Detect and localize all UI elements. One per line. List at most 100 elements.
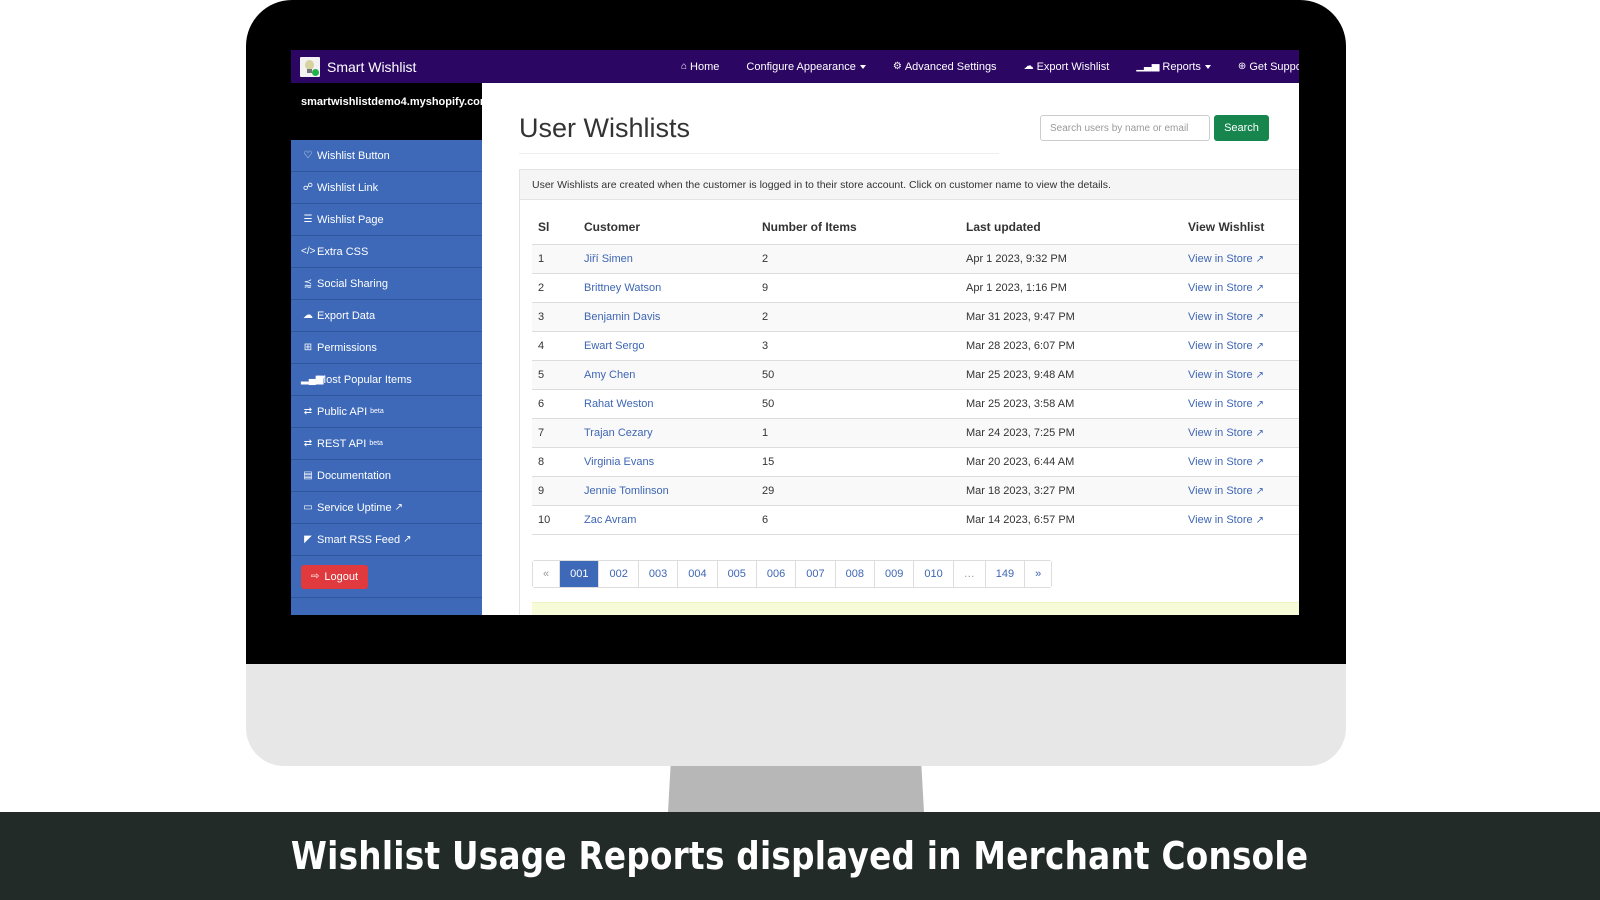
brand-name: Smart Wishlist (327, 58, 417, 75)
view-in-store-link[interactable]: View in Store ↗ (1188, 340, 1264, 352)
cell-customer: Jiří Simen (578, 244, 756, 274)
cloud-download-icon: ☁ (303, 310, 313, 321)
nav-item-label: Get Support (1249, 60, 1299, 73)
info-note: User Wishlists are created when the cust… (520, 170, 1299, 200)
sidebar-item-rest-api[interactable]: ⇄ REST API beta (291, 428, 482, 460)
pagination-page[interactable]: 001 (560, 561, 600, 587)
life-ring-icon: ⊕ (1237, 61, 1247, 72)
customer-link[interactable]: Trajan Cezary (584, 427, 653, 439)
cell-sl: 7 (532, 418, 578, 448)
cloud-download-icon: ☁ (1023, 61, 1034, 72)
cell-last-updated: Mar 25 2023, 3:58 AM (960, 389, 1182, 419)
cell-view-wishlist: View in Store ↗ (1182, 389, 1299, 419)
cell-last-updated: Mar 31 2023, 9:47 PM (960, 302, 1182, 332)
code-icon: </> (301, 246, 316, 257)
logout-row: ⇨ Logout (291, 556, 482, 598)
view-in-store-link[interactable]: View in Store ↗ (1188, 253, 1264, 265)
caret-down-icon (1204, 64, 1211, 69)
search-button[interactable]: Search (1214, 115, 1269, 141)
sidebar-item-service-uptime[interactable]: ▭ Service Uptime ↗ (291, 492, 482, 524)
pagination-page[interactable]: 007 (796, 561, 836, 587)
nav-item-advanced-settings[interactable]: ⚙ Advanced Settings (893, 61, 997, 73)
pagination-page[interactable]: 004 (678, 561, 718, 587)
pagination-page[interactable]: 009 (875, 561, 915, 587)
view-in-store-link[interactable]: View in Store ↗ (1188, 456, 1264, 468)
pagination-prev[interactable]: « (533, 561, 561, 587)
cell-number-of-items: 2 (756, 302, 960, 332)
sidebar-item-label: Documentation (317, 469, 391, 482)
sidebar-item-permissions[interactable]: ⊞ Permissions (291, 332, 482, 364)
brand-logo-icon (300, 56, 320, 77)
cell-view-wishlist: View in Store ↗ (1182, 505, 1299, 535)
brand[interactable]: Smart Wishlist (300, 56, 417, 77)
customer-link[interactable]: Rahat Weston (584, 398, 654, 410)
view-in-store-link[interactable]: View in Store ↗ (1188, 514, 1264, 526)
pagination-page[interactable]: 002 (599, 561, 639, 587)
table-row: 4 Ewart Sergo 3 Mar 28 2023, 6:07 PM View in… (532, 331, 1299, 361)
pagination-page[interactable]: 008 (835, 561, 875, 587)
share-icon: ⪷ (303, 278, 313, 289)
nav-item-get-support[interactable]: ⊕Get Support (1238, 61, 1299, 73)
customer-link[interactable]: Virginia Evans (584, 456, 654, 468)
sidebar-item-public-api[interactable]: ⇄ Public API beta (291, 396, 482, 428)
logout-button[interactable]: ⇨ Logout (301, 564, 369, 589)
nav-item-label: Configure Appearance (746, 60, 856, 73)
customer-link[interactable]: Ewart Sergo (584, 340, 645, 352)
view-in-store-link[interactable]: View in Store ↗ (1188, 398, 1264, 410)
nav-item-label: Advanced Settings (904, 60, 997, 73)
cell-last-updated: Apr 1 2023, 1:16 PM (960, 273, 1182, 303)
customer-link[interactable]: Jiří Simen (584, 253, 633, 265)
nav-item-home[interactable]: ⌂ Home (681, 61, 719, 73)
nav-item-configure-appearance[interactable]: Configure Appearance (746, 60, 866, 73)
cell-sl: 2 (532, 273, 578, 303)
nav-item-export-wishlist[interactable]: ☁ Export Wishlist (1024, 61, 1110, 73)
external-link-icon: ↗ (1255, 253, 1264, 265)
sidebar-item-social-sharing[interactable]: ⪷ Social Sharing (291, 268, 482, 300)
table-row: 1 Jiří Simen 2 Apr 1 2023, 9:32 PM View in S… (532, 244, 1299, 274)
sidebar-item-wishlist-link[interactable]: ☍ Wishlist Link (291, 172, 482, 204)
pagination-page[interactable]: 003 (638, 561, 679, 587)
view-in-store-link[interactable]: View in Store ↗ (1188, 311, 1264, 323)
pagination-next[interactable]: » (1025, 561, 1052, 587)
signal-icon: ▂▄▆ (301, 374, 324, 385)
view-in-store-link[interactable]: View in Store ↗ (1188, 485, 1264, 497)
sidebar-item-label: Social Sharing (317, 277, 388, 290)
cell-number-of-items: 3 (756, 331, 960, 361)
cell-customer: Virginia Evans (578, 447, 756, 477)
search-input[interactable] (1040, 115, 1210, 141)
sidebar-item-export-data[interactable]: ☁ Export Data (291, 300, 482, 332)
customer-link[interactable]: Brittney Watson (584, 282, 661, 294)
pagination-page[interactable]: 005 (717, 561, 757, 587)
sidebar-item-most-popular-items[interactable]: ▂▄▆ Most Popular Items (291, 364, 482, 396)
cell-view-wishlist: View in Store ↗ (1182, 244, 1299, 274)
sidebar-item-documentation[interactable]: ▤ Documentation (291, 460, 482, 492)
rss-icon: ◤ (304, 534, 312, 545)
plus-square-icon: ⊞ (303, 342, 313, 353)
view-in-store-link[interactable]: View in Store ↗ (1188, 427, 1264, 439)
sidebar-item-wishlist-button[interactable]: ♡ Wishlist Button (291, 140, 482, 172)
external-link-icon: ↗ (1255, 311, 1264, 323)
customer-link[interactable]: Amy Chen (584, 369, 635, 381)
pagination-page[interactable]: 010 (914, 561, 954, 587)
cell-sl: 4 (532, 331, 578, 361)
table-row: 9 Jennie Tomlinson 29 Mar 18 2023, 3:27 PM V… (532, 476, 1299, 506)
view-in-store-link[interactable]: View in Store ↗ (1188, 282, 1264, 294)
view-in-store-link[interactable]: View in Store ↗ (1188, 369, 1264, 381)
wishlist-table: Sl Customer Number of Items Last updated… (532, 210, 1299, 535)
customer-link[interactable]: Jennie Tomlinson (584, 485, 669, 497)
header-view-wishlist: View Wishlist (1182, 210, 1299, 245)
pagination: «001 002 003 004 005 006 007 008 009 010… 149» (532, 560, 1053, 588)
view-in-store-label: View in Store (1188, 513, 1253, 526)
cell-sl: 3 (532, 302, 578, 332)
view-in-store-label: View in Store (1188, 455, 1253, 468)
customer-link[interactable]: Zac Avram (584, 514, 636, 526)
cell-customer: Jennie Tomlinson (578, 476, 756, 506)
sign-out-icon: ⇨ (311, 571, 320, 582)
nav-item-reports[interactable]: ▁▃▅ Reports (1136, 61, 1211, 73)
sidebar-item-extra-css[interactable]: </> Extra CSS (291, 236, 482, 268)
sidebar-item-smart-rss-feed[interactable]: ◤ Smart RSS Feed ↗ (291, 524, 482, 556)
customer-link[interactable]: Benjamin Davis (584, 311, 660, 323)
sidebar-item-wishlist-page[interactable]: ☰ Wishlist Page (291, 204, 482, 236)
pagination-page[interactable]: 149 (985, 561, 1026, 587)
pagination-page[interactable]: 006 (756, 561, 797, 587)
